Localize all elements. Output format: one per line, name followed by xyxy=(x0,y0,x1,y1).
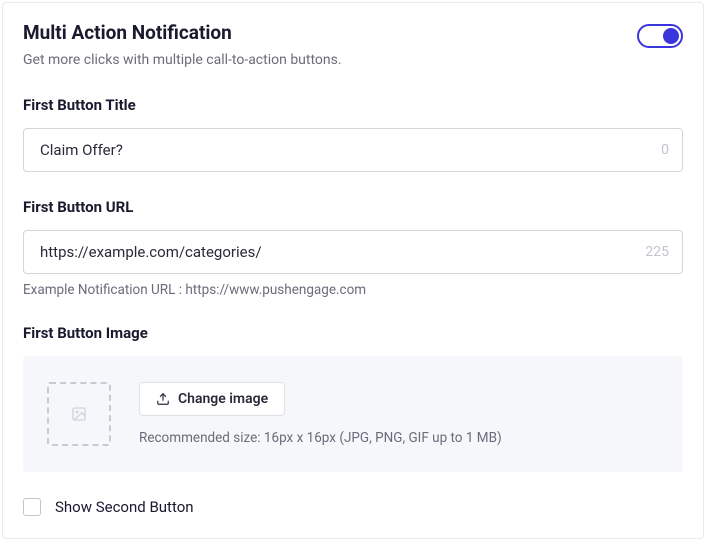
panel-subtitle: Get more clicks with multiple call-to-ac… xyxy=(23,52,342,68)
first-button-url-helper: Example Notification URL : https://www.p… xyxy=(23,282,683,298)
show-second-button-label: Show Second Button xyxy=(55,498,194,516)
first-button-url-wrap: 225 xyxy=(23,230,683,274)
first-button-title-label: First Button Title xyxy=(23,96,683,114)
first-button-title-wrap: 0 xyxy=(23,128,683,172)
panel-title: Multi Action Notification xyxy=(23,21,342,44)
change-image-button[interactable]: Change image xyxy=(139,382,285,416)
change-image-label: Change image xyxy=(178,391,268,407)
image-upload-block: Change image Recommended size: 16px x 16… xyxy=(23,356,683,472)
first-button-url-section: First Button URL 225 Example Notificatio… xyxy=(23,198,683,298)
image-size-hint: Recommended size: 16px x 16px (JPG, PNG,… xyxy=(139,430,502,446)
upload-icon xyxy=(156,392,170,406)
image-actions: Change image Recommended size: 16px x 16… xyxy=(139,382,502,446)
enable-toggle[interactable] xyxy=(637,24,683,48)
first-button-image-section: First Button Image Change image xyxy=(23,324,683,472)
first-button-image-label: First Button Image xyxy=(23,324,683,342)
image-placeholder-icon xyxy=(71,406,87,422)
first-button-url-input[interactable] xyxy=(23,230,683,274)
toggle-knob xyxy=(663,28,679,44)
image-dropzone[interactable] xyxy=(47,382,111,446)
first-button-title-section: First Button Title 0 xyxy=(23,96,683,172)
show-second-button-checkbox[interactable] xyxy=(23,498,41,516)
first-button-url-count: 225 xyxy=(645,244,669,260)
first-button-title-input[interactable] xyxy=(23,128,683,172)
multi-action-panel: Multi Action Notification Get more click… xyxy=(2,2,704,539)
first-button-title-count: 0 xyxy=(661,142,669,158)
panel-header: Multi Action Notification Get more click… xyxy=(23,21,683,96)
first-button-url-label: First Button URL xyxy=(23,198,683,216)
second-button-row: Show Second Button xyxy=(23,498,683,516)
